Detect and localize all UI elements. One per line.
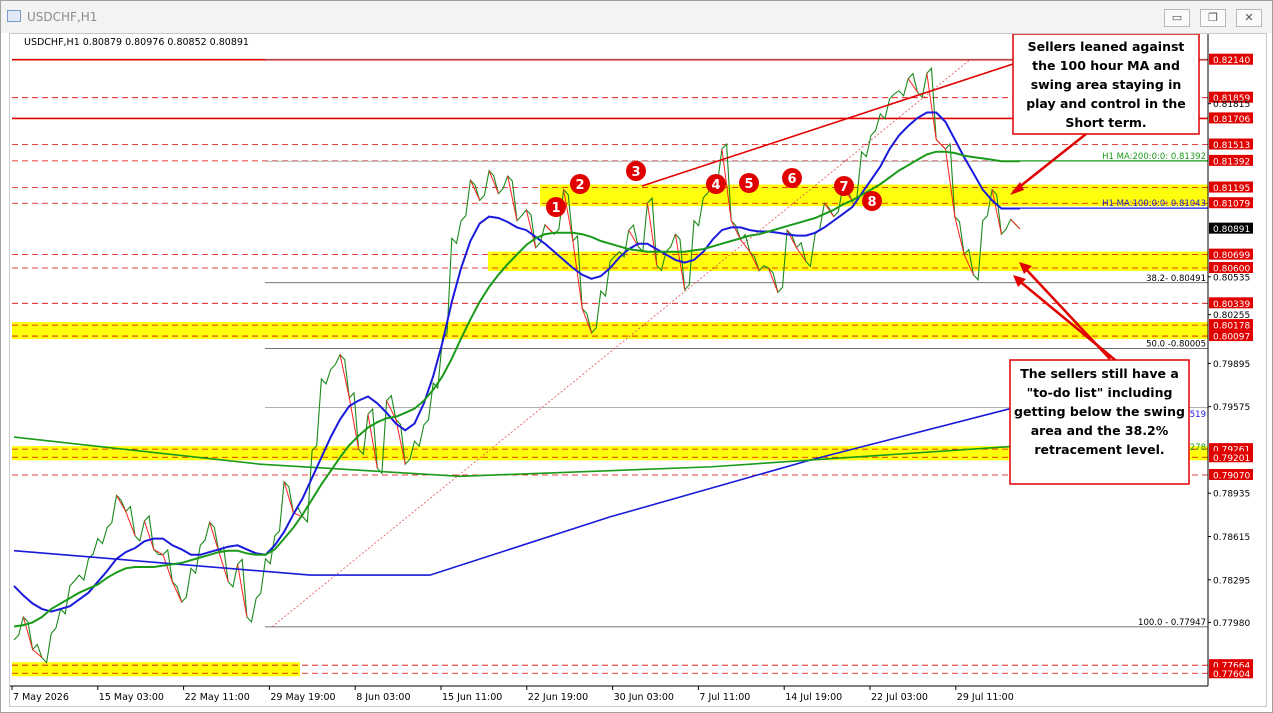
price-down-segment [944, 148, 956, 217]
price-down-segment [116, 495, 127, 512]
price-down-segment [1010, 218, 1021, 230]
fib-level-label: 100.0 - 0.77947 [1138, 618, 1206, 628]
swing-marker-label: 8 [867, 195, 876, 210]
window-titlebar[interactable]: USDCHF,H1 ▭ ❐ ✕ [1, 1, 1272, 33]
time-tick-label: 29 May 19:00 [270, 692, 335, 703]
price-chart[interactable]: 38.2- 0.80491 50.0 -0.80005 100.0 - 0.7794… [10, 33, 1266, 706]
price-level-label: 0.81392 [1213, 157, 1250, 167]
price-series [13, 66, 1021, 664]
price-down-segment [768, 267, 779, 293]
price-level-label: 0.81079 [1213, 200, 1250, 210]
price-tick-label: 0.77980 [1213, 619, 1250, 629]
price-tick-label: 0.81815 [1213, 100, 1250, 110]
swing-marker-label: 2 [575, 178, 584, 193]
price-level-label: 0.80339 [1213, 300, 1250, 310]
ma-label: H1 MA:100:0:0: 0.81043 [1102, 199, 1206, 209]
price-down-segment [143, 520, 155, 550]
price-tick-label: 0.78935 [1213, 490, 1250, 500]
time-tick-label: 15 May 03:00 [99, 692, 164, 703]
price-down-segment [786, 229, 797, 248]
price-tick-label: 0.79895 [1213, 360, 1250, 370]
fib-level-label: 50.0 -0.80005 [1146, 340, 1206, 350]
support-resistance-zone [12, 322, 1208, 340]
price-tick-label: 0.79575 [1213, 403, 1250, 413]
chart-area[interactable]: 38.2- 0.80491 50.0 -0.80005 100.0 - 0.7794… [9, 33, 1267, 707]
swing-marker-label: 3 [631, 165, 640, 180]
price-down-segment [237, 564, 248, 618]
chart-window-icon [7, 10, 21, 22]
window-title: USDCHF,H1 [27, 10, 98, 24]
price-level-label: 0.81706 [1213, 115, 1250, 125]
price-down-segment [730, 220, 742, 240]
price-down-segment [469, 179, 481, 201]
swing-marker-label: 5 [744, 177, 753, 192]
price-tick-label: 0.80535 [1213, 273, 1250, 283]
price-level-label: 0.82140 [1213, 56, 1250, 66]
time-tick-label: 15 Jun 11:00 [442, 692, 502, 703]
price-level-label: 0.77604 [1213, 670, 1250, 680]
ma-label: H1 MA:200:0:0: 0.81392 [1102, 152, 1206, 162]
restore-button[interactable]: ❐ [1200, 9, 1226, 27]
time-tick-label: 7 Jul 11:00 [699, 692, 750, 703]
price-down-segment [926, 73, 937, 140]
time-tick-label: 22 May 11:00 [185, 692, 250, 703]
annotation-bottom-text: The sellers still have a "to-do list" in… [1014, 366, 1185, 457]
ma200-series [13, 150, 1020, 628]
arrow-to-fib-level [1016, 278, 1121, 365]
time-tick-label: 30 Jun 03:00 [614, 692, 674, 703]
price-down-segment [488, 170, 499, 194]
chart-window: USDCHF,H1 ▭ ❐ ✕ 38.2- 0.80491 50.0 -0.800… [0, 0, 1273, 713]
annotation-top-text: Sellers leaned against the 100 hour MA a… [1026, 39, 1186, 130]
swing-marker-label: 7 [839, 180, 848, 195]
chart-info-line: USDCHF,H1 0.80879 0.80976 0.80852 0.8089… [24, 37, 249, 48]
fib-level-label: 38.2- 0.80491 [1146, 274, 1206, 284]
price-level-label: 0.79201 [1213, 454, 1250, 464]
ma-long-blue-series [13, 407, 1011, 576]
swing-marker-label: 6 [787, 172, 796, 187]
price-level-label: 0.79070 [1213, 471, 1250, 481]
time-tick-label: 22 Jun 19:00 [528, 692, 588, 703]
swing-marker-label: 1 [551, 201, 560, 216]
time-tick-label: 14 Jul 19:00 [785, 692, 842, 703]
swing-marker-label: 4 [711, 178, 720, 193]
price-level-label: 0.81513 [1213, 141, 1250, 151]
price-tick-label: 0.78615 [1213, 533, 1250, 543]
time-tick-label: 7 May 2026 [13, 692, 69, 703]
minimize-button[interactable]: ▭ [1164, 9, 1190, 27]
time-tick-label: 8 Jun 03:00 [356, 692, 410, 703]
price-tick-label: 0.78295 [1213, 576, 1250, 586]
price-down-segment [171, 581, 183, 603]
price-level-label: 0.81195 [1213, 184, 1250, 194]
close-button[interactable]: ✕ [1236, 9, 1262, 27]
support-resistance-zone [12, 662, 300, 677]
price-level-label: 0.80097 [1213, 333, 1250, 343]
price-level-label: 0.80699 [1213, 251, 1250, 261]
current-price-label: 0.80891 [1213, 225, 1250, 235]
trendline-swing-highs [641, 63, 1014, 187]
time-tick-label: 29 Jul 11:00 [957, 692, 1014, 703]
time-tick-label: 22 Jul 03:00 [871, 692, 928, 703]
arrow-to-ma100 [1012, 133, 1087, 193]
